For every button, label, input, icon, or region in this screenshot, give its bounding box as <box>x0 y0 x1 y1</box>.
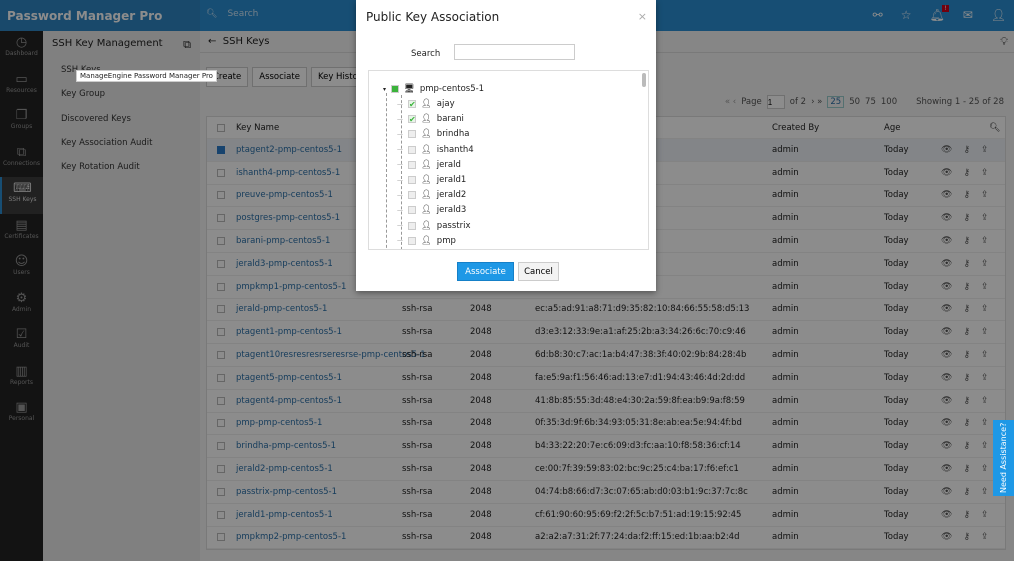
user-checkbox[interactable] <box>408 221 416 230</box>
tooltip: ManageEngine Password Manager Pro <box>76 70 217 82</box>
user-checkbox[interactable] <box>408 130 416 139</box>
user-icon: 👤︎ <box>421 129 432 140</box>
tree-user[interactable]: — 👤︎ jerald2 <box>397 188 466 202</box>
root-label: pmp-centos5-1 <box>419 84 485 94</box>
tree-user[interactable]: — 👤︎ brindha <box>397 127 469 141</box>
user-icon: 👤︎ <box>421 235 432 246</box>
tree-connector: — <box>397 237 403 245</box>
tree-user[interactable]: — 👤︎ jerald1 <box>397 173 466 187</box>
tree-user[interactable]: — 👤︎ jerald3 <box>397 203 466 217</box>
user-checkbox[interactable] <box>408 176 416 184</box>
tree-user[interactable]: — 👤︎ passtrix <box>397 219 470 233</box>
user-name: barani <box>436 114 464 125</box>
public-key-association-dialog: Public Key Association × Search ▾ 🖥︎ pmp… <box>356 0 656 291</box>
user-name: jerald <box>436 159 461 170</box>
user-search-input[interactable] <box>454 44 575 60</box>
user-checkbox[interactable] <box>408 145 416 154</box>
collapse-icon[interactable]: ▾ <box>383 86 386 93</box>
user-icon: 👤︎ <box>421 159 432 170</box>
tree-user[interactable]: — 👤︎ jerald <box>397 158 461 172</box>
user-name: pmp <box>436 235 456 246</box>
tree-user[interactable]: — 👤︎ pmp <box>397 234 456 248</box>
tree-connector: — <box>397 176 403 184</box>
dialog-title: Public Key Association <box>366 10 500 24</box>
user-name: jerald2 <box>436 190 467 201</box>
user-checkbox[interactable] <box>408 206 416 215</box>
user-checkbox[interactable] <box>408 160 416 169</box>
user-checkbox[interactable]: ✔ <box>408 100 416 109</box>
user-name: jerald3 <box>436 205 467 216</box>
cancel-button[interactable]: Cancel <box>518 262 559 281</box>
user-name: ajay <box>436 99 455 109</box>
user-name: jerald1 <box>436 175 467 185</box>
tree-user[interactable]: — ✔ 👤︎ ajay <box>397 97 455 111</box>
associate-confirm-button[interactable]: Associate <box>457 262 514 281</box>
tree-user[interactable]: — 👤︎ ishanth4 <box>397 143 474 157</box>
tree-connector: — <box>397 222 403 230</box>
user-checkbox[interactable] <box>408 236 416 245</box>
user-name: passtrix <box>436 220 471 231</box>
tree-connector: — <box>397 130 403 138</box>
user-icon: 👤︎ <box>421 190 432 201</box>
user-icon: 👤︎ <box>421 175 432 185</box>
root-checkbox[interactable] <box>391 85 400 93</box>
user-checkbox[interactable] <box>408 191 416 200</box>
user-name: ishanth4 <box>436 144 474 155</box>
computer-icon: 🖥︎ <box>404 84 415 94</box>
tree-user[interactable]: — ✔ 👤︎ barani <box>397 112 464 126</box>
tree-connector: — <box>397 206 403 214</box>
tree-connector: — <box>397 100 403 108</box>
tree-connector: — <box>397 161 403 169</box>
scrollbar[interactable] <box>642 73 646 87</box>
user-icon: 👤︎ <box>421 220 432 231</box>
user-name: brindha <box>436 129 470 140</box>
user-checkbox[interactable]: ✔ <box>408 115 416 124</box>
user-icon: 👤︎ <box>421 114 432 125</box>
tree-connector: — <box>397 115 403 123</box>
close-icon[interactable]: × <box>638 10 647 23</box>
tree-connector: — <box>397 191 403 199</box>
user-icon: 👤︎ <box>421 144 432 155</box>
need-assistance-tab[interactable]: Need Assistance? <box>993 420 1014 496</box>
tree-root[interactable]: ▾ 🖥︎ pmp-centos5-1 <box>383 82 484 96</box>
user-tree: ▾ 🖥︎ pmp-centos5-1 — ✔ 👤︎ ajay — ✔ 👤︎ barani — 👤︎… <box>368 70 649 250</box>
user-icon: 👤︎ <box>421 99 432 109</box>
search-label: Search <box>411 49 441 59</box>
user-icon: 👤︎ <box>421 205 432 216</box>
tree-connector: — <box>397 146 403 154</box>
